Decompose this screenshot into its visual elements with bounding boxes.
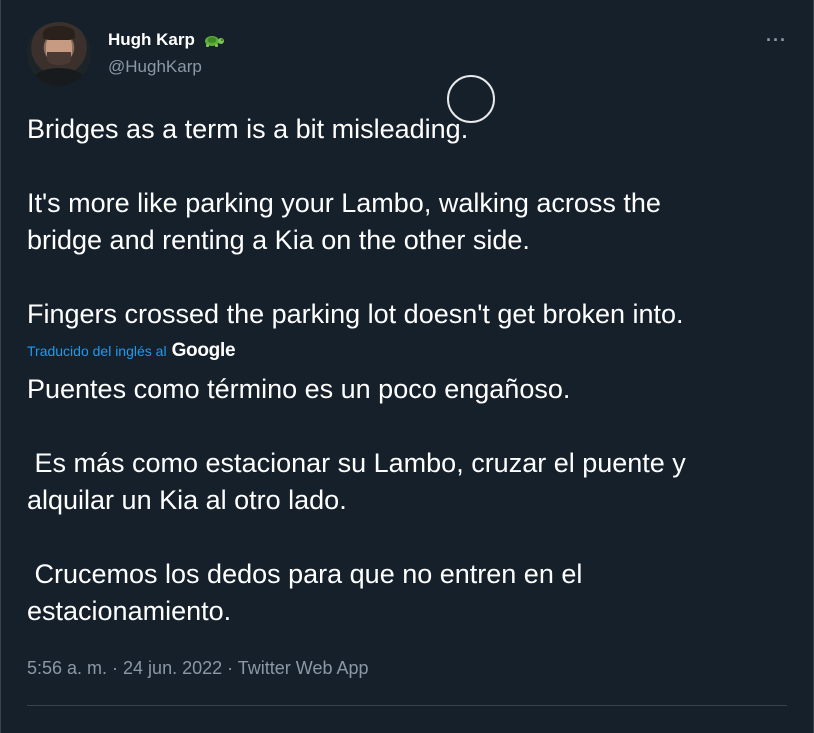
handle[interactable]: @HughKarp	[108, 57, 225, 77]
avatar[interactable]	[27, 22, 91, 86]
turtle-icon	[204, 36, 224, 47]
tweet-header: Hugh Karp @HughKarp	[27, 22, 225, 86]
tweet-original-text: Bridges as a term is a bit misleading. I…	[27, 111, 684, 333]
text-line: bridge and renting a Kia on the other si…	[27, 225, 530, 255]
text-line: Crucemos los dedos para que no entren en…	[27, 559, 583, 589]
text-line: It's more like parking your Lambo, walki…	[27, 188, 661, 218]
text-line: Bridges as a term is a bit misleading.	[27, 114, 469, 144]
cursor-ring	[447, 75, 495, 123]
divider	[27, 705, 787, 706]
more-options-icon[interactable]: ···	[766, 30, 787, 51]
tweet-timestamp[interactable]: 5:56 a. m. · 24 jun. 2022 · Twitter Web …	[27, 658, 369, 679]
avatar-beard	[47, 52, 71, 65]
text-line: alquilar un Kia al otro lado.	[27, 485, 347, 515]
tweet-detail: Hugh Karp @HughKarp ··· Bridges as a ter…	[0, 0, 814, 733]
name-row: Hugh Karp	[108, 29, 225, 51]
translation-attribution: Traducido del inglés al Google	[27, 340, 236, 362]
text-line: Fingers crossed the parking lot doesn't …	[27, 299, 684, 329]
text-line: estacionamiento.	[27, 596, 232, 626]
tweet-translated-text: Puentes como término es un poco engañoso…	[27, 371, 686, 630]
display-name[interactable]: Hugh Karp	[108, 30, 195, 50]
avatar-shirt	[33, 68, 85, 86]
text-line: Puentes como término es un poco engañoso…	[27, 374, 571, 404]
translation-label[interactable]: Traducido del inglés al	[27, 343, 167, 359]
author-names: Hugh Karp @HughKarp	[108, 29, 225, 77]
avatar-hair	[43, 26, 75, 40]
text-line: Es más como estacionar su Lambo, cruzar …	[27, 448, 686, 478]
google-logo: Google	[171, 340, 236, 361]
